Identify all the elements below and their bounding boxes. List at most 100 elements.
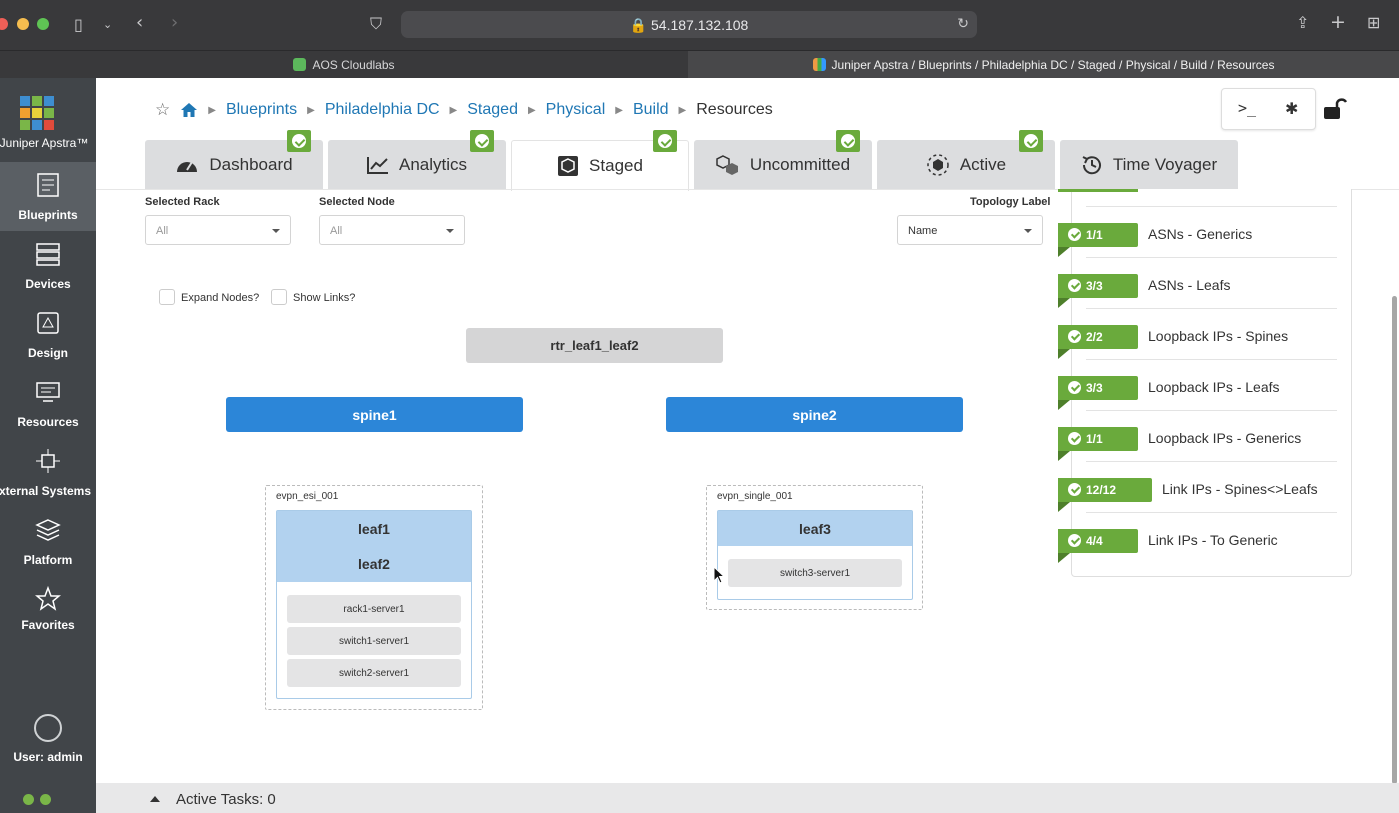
resource-count-badge: 4/4: [1058, 529, 1138, 553]
favorite-star-icon[interactable]: ☆: [155, 100, 170, 120]
sidebar-item-blueprints[interactable]: Blueprints: [0, 162, 96, 231]
resource-label: ASNs - Leafs: [1148, 277, 1231, 293]
server-node[interactable]: switch1-server1: [287, 627, 461, 655]
sidebar-item-label: Platform: [23, 553, 73, 567]
badge-fold: [1058, 247, 1070, 257]
breadcrumb-staged[interactable]: Staged: [467, 101, 518, 119]
rack-label: evpn_esi_001: [276, 491, 339, 502]
close-window-button[interactable]: [0, 18, 8, 30]
analytics-icon: [366, 156, 388, 174]
breadcrumb-build[interactable]: Build: [633, 101, 669, 119]
user-label: User: admin: [13, 750, 83, 764]
apstra-favicon-icon: [812, 58, 826, 71]
bug-icon[interactable]: ✱: [1285, 99, 1298, 118]
sidebar-item-platform[interactable]: Platform: [0, 507, 96, 576]
sidebar-item-label: Design: [27, 346, 68, 360]
server-node[interactable]: switch2-server1: [287, 659, 461, 687]
tab-label: Time Voyager: [1112, 154, 1218, 174]
cli-icon[interactable]: >_: [1238, 99, 1256, 117]
reload-icon[interactable]: ↻: [957, 16, 969, 32]
selected-rack-select[interactable]: All: [145, 215, 291, 245]
row-divider: [1086, 257, 1337, 258]
check-icon: [653, 130, 677, 152]
minimize-window-button[interactable]: [17, 18, 29, 30]
design-icon: [37, 312, 59, 334]
rack-evpn-single-001[interactable]: evpn_single_001 leaf3 switch3-server1: [706, 485, 923, 610]
leaf-node[interactable]: leaf2: [358, 556, 390, 572]
tab-overview-icon[interactable]: ⊞: [1367, 15, 1380, 31]
leaf-node[interactable]: leaf3: [799, 521, 831, 537]
page-scrollbar[interactable]: [1392, 296, 1397, 784]
home-icon[interactable]: [180, 102, 198, 118]
server-node[interactable]: rack1-server1: [287, 595, 461, 623]
sidebar-item-favorites[interactable]: Favorites: [0, 576, 96, 645]
row-divider: [1086, 308, 1337, 309]
shield-icon[interactable]: ⛉: [370, 16, 382, 32]
external-systems-icon: [36, 449, 60, 473]
url-text: 🔒 54.187.132.108: [629, 17, 749, 33]
rack-label: evpn_single_001: [717, 491, 793, 502]
resource-label: ASNs - Generics: [1148, 226, 1253, 242]
back-icon[interactable]: ‹: [136, 14, 143, 32]
cloud-icon: [293, 58, 307, 71]
active-icon: [927, 153, 949, 176]
generic-node-router[interactable]: rtr_leaf1_leaf2: [466, 328, 723, 363]
browser-tab-apstra[interactable]: Juniper Apstra / Blueprints / Philadelph…: [688, 51, 1399, 78]
show-links-checkbox[interactable]: [271, 289, 287, 305]
browser-toolbar: ▯ ⌄ ‹ › ⛉ 🔒 54.187.132.108 ↻ ⇪ + ⊞: [0, 0, 1399, 50]
chevron-down-icon[interactable]: ⌄: [103, 17, 112, 33]
forward-icon[interactable]: ›: [171, 14, 178, 32]
uncommitted-icon: [716, 154, 738, 175]
resources-icon: [36, 382, 60, 402]
main-sidebar: Juniper Apstra™ Blueprints Devices Desig…: [0, 78, 96, 813]
badge-fold: [1058, 400, 1070, 410]
unlock-icon[interactable]: [1323, 97, 1347, 121]
row-divider: [1086, 206, 1337, 207]
browser-tabs: AOS Cloudlabs Juniper Apstra / Blueprint…: [0, 50, 1399, 78]
spine-node[interactable]: spine1: [226, 397, 523, 432]
maximize-window-button[interactable]: [37, 18, 49, 30]
resource-count-badge: 12/12: [1058, 478, 1152, 502]
platform-icon: [35, 519, 61, 541]
new-tab-icon[interactable]: +: [1330, 13, 1346, 32]
spine-node[interactable]: spine2: [666, 397, 963, 432]
badge-fold: [1058, 553, 1070, 563]
check-icon: [836, 130, 860, 152]
sidebar-item-devices[interactable]: Devices: [0, 231, 96, 300]
selected-rack-label: Selected Rack: [145, 196, 220, 208]
user-menu[interactable]: User: admin: [0, 714, 96, 764]
breadcrumb-blueprint[interactable]: Philadelphia DC: [325, 101, 440, 119]
badge-fold: [1058, 502, 1070, 512]
resource-count-badge: 1/1: [1058, 223, 1138, 247]
selected-node-label: Selected Node: [319, 196, 395, 208]
sidebar-item-resources[interactable]: Resources: [0, 369, 96, 438]
selected-node-select[interactable]: All: [319, 215, 465, 245]
topology-label-select[interactable]: Name: [897, 215, 1043, 245]
expand-nodes-checkbox[interactable]: [159, 289, 175, 305]
breadcrumb-blueprints[interactable]: Blueprints: [226, 101, 297, 119]
topology-label-label: Topology Label: [970, 196, 1051, 208]
apstra-logo-icon[interactable]: [20, 96, 54, 130]
resource-label: Link IPs - To Generic: [1148, 532, 1278, 548]
sidebar-item-external-systems[interactable]: External Systems: [0, 438, 96, 507]
sidebar-toggle-icon[interactable]: ▯: [74, 17, 83, 33]
active-tasks-bar[interactable]: Active Tasks: 0: [96, 783, 1399, 813]
tab-label: Analytics: [398, 154, 468, 174]
panel-top-badge: [1058, 189, 1138, 192]
caret-up-icon[interactable]: [150, 796, 160, 802]
tab-time-voyager[interactable]: Time Voyager: [1060, 140, 1238, 189]
row-divider: [1086, 512, 1337, 513]
history-icon: [1082, 155, 1101, 174]
resource-label: Loopback IPs - Generics: [1148, 430, 1302, 446]
breadcrumb-physical[interactable]: Physical: [546, 101, 606, 119]
rack-evpn-esi-001[interactable]: evpn_esi_001 leaf1 leaf2 rack1-server1 s…: [265, 485, 483, 710]
share-icon[interactable]: ⇪: [1296, 15, 1309, 31]
resource-count-badge: 2/2: [1058, 325, 1138, 349]
expand-nodes-label: Expand Nodes?: [181, 292, 260, 304]
tab-label: Staged: [589, 156, 643, 175]
server-node[interactable]: switch3-server1: [728, 559, 902, 587]
address-bar[interactable]: 🔒 54.187.132.108 ↻: [401, 11, 977, 38]
sidebar-item-design[interactable]: Design: [0, 300, 96, 369]
browser-tab-cloudlabs[interactable]: AOS Cloudlabs: [0, 51, 688, 78]
leaf-node[interactable]: leaf1: [358, 521, 390, 537]
